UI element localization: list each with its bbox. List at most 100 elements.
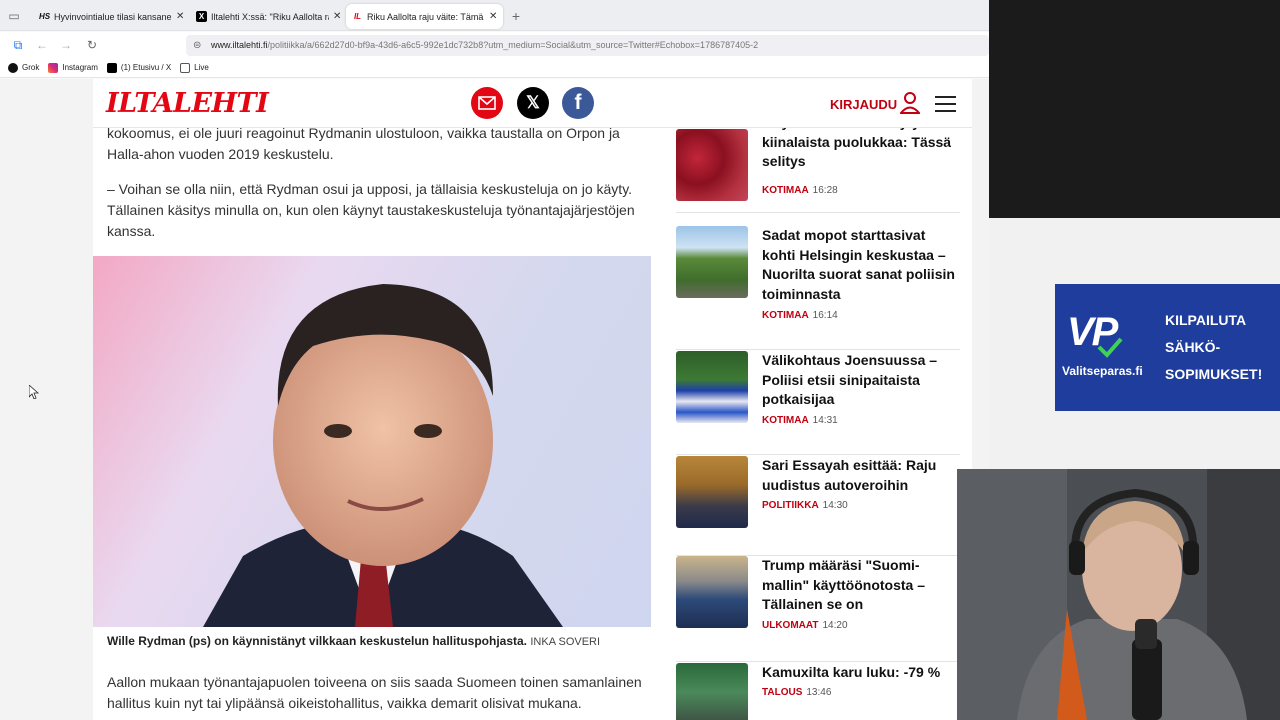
news-item[interactable]: Sadat mopot starttasivat kohti Helsingin… — [676, 226, 960, 350]
news-item[interactable]: Välikohtaus Joensuussa – Poliisi etsii s… — [676, 351, 960, 455]
news-item[interactable]: Trump määräsi "Suomi-mallin" käyttöönoto… — [676, 556, 960, 662]
news-thumbnail — [676, 351, 748, 423]
news-time: 14:20 — [822, 620, 848, 631]
grok-icon — [8, 62, 18, 73]
reload-icon[interactable]: ↻ — [84, 37, 100, 53]
bookmark-instagram[interactable]: Instagram — [48, 62, 98, 73]
x-icon — [106, 62, 117, 73]
tab-3-active[interactable]: IL Riku Aallolta raju väite: Tämä on ✕ — [346, 4, 504, 29]
caption-text: Wille Rydman (ps) on käynnistänyt vilkka… — [107, 634, 528, 648]
forward-icon[interactable]: → — [58, 37, 74, 53]
bookmark-label: Grok — [22, 63, 40, 72]
mouse-cursor-icon — [29, 385, 39, 399]
news-category: KOTIMAA — [762, 185, 809, 196]
url-host: www.iltalehti.fi — [211, 40, 268, 50]
news-category: KOTIMAA — [762, 415, 809, 426]
tab-overview-icon[interactable]: ▭ — [6, 8, 22, 24]
tab-title: Hyvinvointialue tilasi kansanedustajalta — [54, 11, 172, 22]
news-sidebar: S-ryhmän hilloista löytyi kiinalaista pu… — [661, 114, 972, 720]
facebook-share-icon[interactable]: f — [562, 87, 594, 119]
tab-title: Riku Aallolta raju väite: Tämä on — [367, 11, 485, 22]
bookmark-x[interactable]: (1) Etusivu / X — [106, 62, 172, 73]
news-title: Sari Essayah esittää: Raju uudistus auto… — [762, 457, 937, 493]
news-title: Trump määräsi "Suomi-mallin" käyttöönoto… — [762, 557, 925, 612]
article-body: kokoomus, ei ole juuri reagoinut Rydmani… — [93, 125, 661, 720]
news-meta: KOTIMAA 14:31 — [762, 415, 838, 426]
news-meta: KOTIMAA 16:14 — [762, 310, 838, 321]
folder-icon — [180, 62, 191, 73]
news-category: POLITIIKKA — [762, 500, 819, 511]
photo-caption: Wille Rydman (ps) on käynnistänyt vilkka… — [107, 634, 600, 648]
article-paragraph: kokoomus, ei ole juuri reagoinut Rydmani… — [107, 125, 620, 162]
ad-line: KILPAILUTA — [1165, 312, 1247, 328]
ad-text: KILPAILUTA SÄHKÖ- SOPIMUKSET! — [1165, 307, 1262, 388]
bookmarks-bar: Grok Instagram (1) Etusivu / X Live — [0, 58, 989, 78]
valitseparas-ad[interactable]: VP Valitseparas.fi KILPAILUTA SÄHKÖ- SOP… — [1055, 284, 1280, 411]
sidebar-toggle-icon[interactable]: ⧉ — [10, 37, 26, 53]
iltalehti-logo[interactable]: ILTALEHTI — [106, 88, 269, 119]
news-title: Sadat mopot starttasivat kohti Helsingin… — [762, 227, 955, 302]
back-icon[interactable]: ← — [34, 37, 50, 53]
tab-bar: ▭ HS Hyvinvointialue tilasi kansanedusta… — [0, 0, 989, 31]
news-time: 14:31 — [812, 415, 838, 426]
news-thumbnail — [676, 556, 748, 628]
news-category: ULKOMAAT — [762, 620, 819, 631]
news-time: 14:30 — [822, 500, 848, 511]
news-thumbnail — [676, 129, 748, 201]
news-thumbnail — [676, 663, 748, 720]
photo-credit: INKA SOVERI — [530, 636, 601, 648]
bookmark-grok[interactable]: Grok — [8, 62, 40, 73]
ad-line: SÄHKÖ- — [1165, 339, 1221, 355]
ad-line: SOPIMUKSET! — [1165, 366, 1263, 382]
bookmark-label: Live — [194, 63, 209, 72]
webcam-overlay — [957, 469, 1280, 720]
web-page: ILTALEHTI 𝕏 f KIRJAUDU kokoomus, ei ole … — [0, 79, 989, 720]
x-share-icon[interactable]: 𝕏 — [517, 87, 549, 119]
news-title: Välikohtaus Joensuussa – Poliisi etsii s… — [762, 352, 938, 407]
close-tab-icon[interactable]: ✕ — [489, 11, 497, 22]
article-photo — [93, 256, 651, 627]
news-item[interactable]: Kamuxilta karu luku: -79 % TALOUS 13:46 — [676, 663, 960, 720]
close-tab-icon[interactable]: ✕ — [176, 11, 184, 22]
news-item[interactable]: Sari Essayah esittää: Raju uudistus auto… — [676, 456, 960, 556]
ad-site: Valitseparas.fi — [1062, 364, 1143, 378]
news-time: 16:14 — [812, 310, 838, 321]
news-item[interactable]: S-ryhmän hilloista löytyi kiinalaista pu… — [676, 113, 960, 213]
news-meta: TALOUS 13:46 — [762, 687, 831, 698]
bookmark-live-folder[interactable]: Live — [180, 62, 209, 73]
hs-favicon-icon: HS — [38, 12, 51, 21]
news-title: Kamuxilta karu luku: -79 % — [762, 664, 941, 680]
news-meta: ULKOMAAT 14:20 — [762, 620, 848, 631]
news-meta: POLITIIKKA 14:30 — [762, 500, 848, 511]
url-path: /politiikka/a/662d27d0-bf9a-43d6-a6c5-99… — [267, 40, 759, 50]
user-icon[interactable] — [898, 92, 922, 119]
news-time: 13:46 — [806, 687, 832, 698]
article-paragraph: Aallon mukaan työnantajapuolen toiveena … — [107, 674, 642, 711]
news-time: 16:28 — [812, 185, 838, 196]
x-favicon-icon: X — [196, 11, 207, 22]
bookmark-label: (1) Etusivu / X — [120, 63, 172, 72]
news-meta: KOTIMAA 16:28 — [762, 185, 838, 196]
dark-overlay-panel — [989, 0, 1280, 218]
checkmark-icon — [1097, 337, 1123, 358]
close-tab-icon[interactable]: ✕ — [333, 11, 341, 22]
news-thumbnail — [676, 226, 748, 298]
menu-icon[interactable] — [935, 96, 956, 112]
news-thumbnail — [676, 456, 748, 528]
iltalehti-favicon-icon: IL — [353, 12, 362, 21]
email-share-icon[interactable] — [471, 87, 503, 119]
tab-1[interactable]: HS Hyvinvointialue tilasi kansanedustaja… — [33, 4, 190, 29]
site-info-icon[interactable]: ⊜ — [193, 35, 201, 56]
article-paragraph: – Voihan se olla niin, että Rydman osui … — [107, 181, 635, 239]
site-header: ILTALEHTI 𝕏 f KIRJAUDU — [93, 79, 972, 128]
browser-window: ▭ HS Hyvinvointialue tilasi kansanedusta… — [0, 0, 989, 720]
news-category: TALOUS — [762, 687, 803, 698]
news-category: KOTIMAA — [762, 310, 809, 321]
instagram-icon — [48, 62, 59, 73]
address-bar[interactable]: ⊜ www.iltalehti.fi/politiikka/a/662d27d0… — [186, 35, 989, 56]
login-link[interactable]: KIRJAUDU — [830, 97, 897, 112]
bookmark-label: Instagram — [62, 63, 98, 72]
navigation-bar: ⧉ ← → ↻ ⊜ www.iltalehti.fi/politiikka/a/… — [0, 32, 989, 58]
new-tab-button[interactable]: + — [508, 8, 524, 24]
tab-2[interactable]: X Iltalehti X:ssä: "Riku Aallolta raju" … — [190, 4, 347, 29]
